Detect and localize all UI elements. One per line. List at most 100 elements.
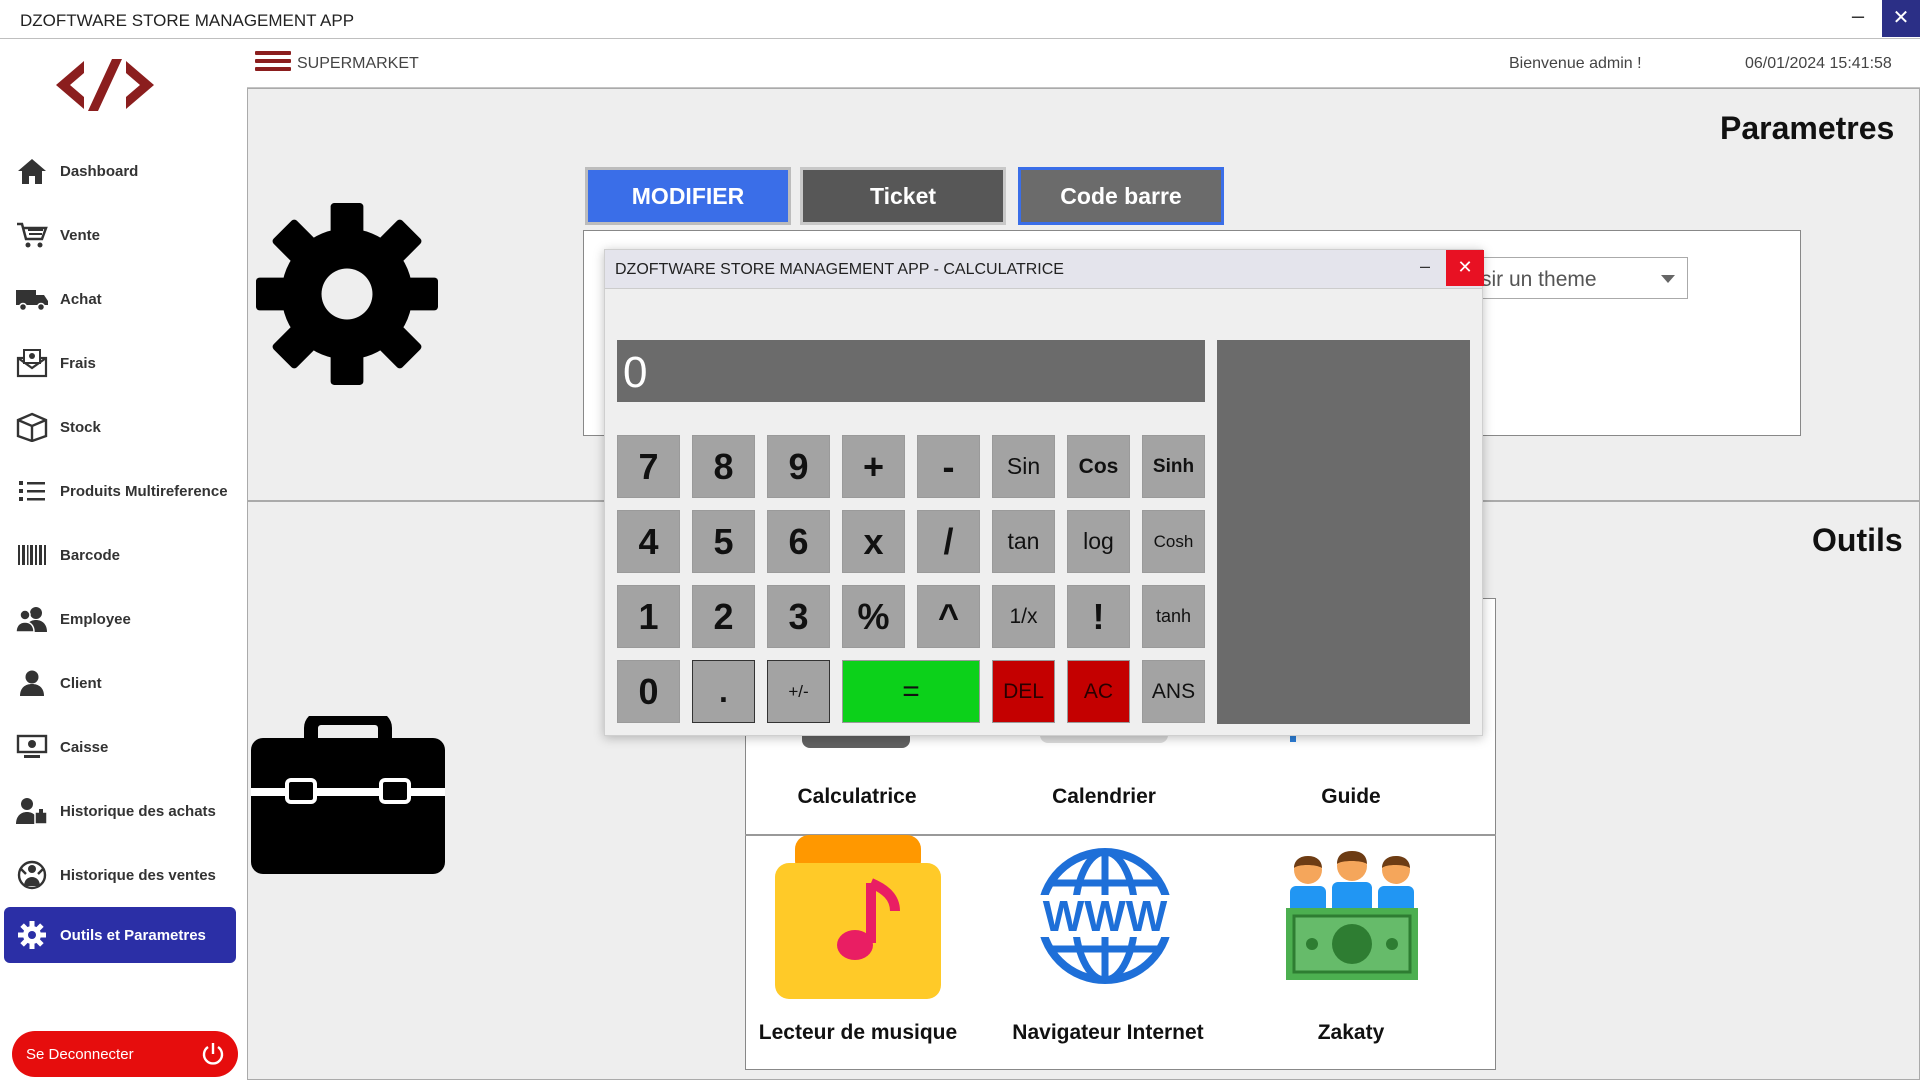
truck-icon: [4, 271, 60, 327]
tool-label-guide[interactable]: Guide: [1241, 785, 1461, 809]
minimize-button[interactable]: –: [1840, 4, 1876, 32]
sidebar-item-label: Client: [60, 674, 102, 692]
list-icon: [4, 463, 60, 519]
key-tanh[interactable]: tanh: [1142, 585, 1205, 648]
key-cos[interactable]: Cos: [1067, 435, 1130, 498]
key-1[interactable]: 1: [617, 585, 680, 648]
sidebar-item-frais[interactable]: Frais: [4, 335, 236, 391]
key-sin[interactable]: Sin: [992, 435, 1055, 498]
menu-icon[interactable]: [255, 47, 291, 79]
tool-label-navigateur-internet[interactable]: Navigateur Internet: [998, 1021, 1218, 1045]
sidebar-item-stock[interactable]: Stock: [4, 399, 236, 455]
window-titlebar: DZOFTWARE STORE MANAGEMENT APP – ✕: [0, 0, 1920, 39]
tool-label-zakaty[interactable]: Zakaty: [1241, 1021, 1461, 1045]
tab-code-barre[interactable]: Code barre: [1018, 167, 1224, 225]
close-button[interactable]: ✕: [1882, 0, 1920, 37]
tab-modifier[interactable]: MODIFIER: [585, 167, 791, 225]
key-all-clear[interactable]: AC: [1067, 660, 1130, 723]
logout-button[interactable]: Se Deconnecter: [12, 1031, 238, 1077]
power-icon: [202, 1043, 224, 1065]
calculator-close-button[interactable]: ✕: [1446, 250, 1484, 286]
cash-register-icon: [4, 719, 60, 775]
sidebar-item-label: Frais: [60, 354, 96, 372]
key-0[interactable]: 0: [617, 660, 680, 723]
calculator-display-value: 0: [623, 348, 648, 397]
tool-label-calculatrice[interactable]: Calculatrice: [747, 785, 967, 809]
key-percent[interactable]: %: [842, 585, 905, 648]
sidebar-item-historique-achats[interactable]: Historique des achats: [4, 783, 236, 839]
key-4[interactable]: 4: [617, 510, 680, 573]
sidebar-item-label: Produits Multireference: [60, 482, 228, 500]
key-tan[interactable]: tan: [992, 510, 1055, 573]
key-cosh[interactable]: Cosh: [1142, 510, 1205, 573]
sidebar-item-label: Barcode: [60, 546, 121, 564]
key-reciprocal[interactable]: 1/x: [992, 585, 1055, 648]
calculator-history-panel: [1217, 340, 1470, 724]
sidebar-item-achat[interactable]: Achat: [4, 271, 236, 327]
box-icon: [4, 399, 60, 455]
calculator-minimize-button[interactable]: –: [1415, 256, 1435, 277]
sidebar-item-produits-multireference[interactable]: Produits Multireference: [4, 463, 236, 519]
sidebar-item-historique-ventes[interactable]: Historique des ventes: [4, 847, 236, 903]
key-equals[interactable]: =: [842, 660, 980, 723]
top-header: SUPERMARKET Bienvenue admin ! 06/01/2024…: [247, 39, 1920, 88]
music-player-icon[interactable]: [775, 835, 941, 1001]
globe-www-icon[interactable]: WWW: [1036, 847, 1174, 985]
theme-select[interactable]: sir un theme: [1468, 257, 1688, 299]
toolbox-icon: [251, 716, 445, 874]
sidebar-item-label: Historique des achats: [60, 802, 216, 820]
key-delete[interactable]: DEL: [992, 660, 1055, 723]
sidebar-item-caisse[interactable]: Caisse: [4, 719, 236, 775]
key-5[interactable]: 5: [692, 510, 755, 573]
key-log[interactable]: log: [1067, 510, 1130, 573]
tool-label-calendrier[interactable]: Calendrier: [994, 785, 1214, 809]
barcode-icon: [4, 527, 60, 583]
logout-label: Se Deconnecter: [26, 1045, 134, 1063]
key-8[interactable]: 8: [692, 435, 755, 498]
chevron-down-icon: [1661, 275, 1675, 283]
key-plus-minus[interactable]: +/-: [767, 660, 830, 723]
user-icon: [4, 655, 60, 711]
outils-title: Outils: [1812, 522, 1903, 558]
key-decimal[interactable]: .: [692, 660, 755, 723]
key-6[interactable]: 6: [767, 510, 830, 573]
sidebar-item-employee[interactable]: Employee: [4, 591, 236, 647]
theme-select-value: sir un theme: [1481, 268, 1597, 291]
key-ans[interactable]: ANS: [1142, 660, 1205, 723]
key-7[interactable]: 7: [617, 435, 680, 498]
sidebar-item-client[interactable]: Client: [4, 655, 236, 711]
users-icon: [4, 591, 60, 647]
parametres-title: Parametres: [1720, 110, 1895, 146]
sidebar-item-vente[interactable]: Vente: [4, 207, 236, 263]
key-minus[interactable]: -: [917, 435, 980, 498]
sidebar-item-label: Achat: [60, 290, 102, 308]
key-3[interactable]: 3: [767, 585, 830, 648]
key-9[interactable]: 9: [767, 435, 830, 498]
key-plus[interactable]: +: [842, 435, 905, 498]
sidebar-item-outils-parametres[interactable]: Outils et Parametres: [4, 907, 236, 963]
tool-label-lecteur-musique[interactable]: Lecteur de musique: [748, 1021, 968, 1045]
cart-icon: [4, 207, 60, 263]
key-divide[interactable]: /: [917, 510, 980, 573]
key-factorial[interactable]: !: [1067, 585, 1130, 648]
envelope-money-icon: [4, 335, 60, 391]
sidebar-item-label: Dashboard: [60, 162, 139, 180]
welcome-text: Bienvenue admin !: [1509, 55, 1642, 72]
sidebar-item-barcode[interactable]: Barcode: [4, 527, 236, 583]
sidebar-item-label: Stock: [60, 418, 101, 436]
key-2[interactable]: 2: [692, 585, 755, 648]
sidebar-item-label: Historique des ventes: [60, 866, 216, 884]
key-sinh[interactable]: Sinh: [1142, 435, 1205, 498]
key-power[interactable]: ^: [917, 585, 980, 648]
calculator-titlebar: DZOFTWARE STORE MANAGEMENT APP - CALCULA…: [605, 250, 1484, 289]
sidebar-item-dashboard[interactable]: Dashboard: [4, 143, 236, 199]
tab-ticket[interactable]: Ticket: [800, 167, 1006, 225]
store-name: SUPERMARKET: [297, 55, 419, 72]
zakat-money-people-icon[interactable]: [1286, 850, 1418, 984]
calculator-title: DZOFTWARE STORE MANAGEMENT APP - CALCULA…: [615, 261, 1064, 278]
settings-gear-icon: [256, 203, 438, 385]
key-multiply[interactable]: x: [842, 510, 905, 573]
calculator-window: DZOFTWARE STORE MANAGEMENT APP - CALCULA…: [604, 249, 1484, 736]
window-title: DZOFTWARE STORE MANAGEMENT APP: [20, 11, 355, 30]
home-icon: [4, 143, 60, 199]
